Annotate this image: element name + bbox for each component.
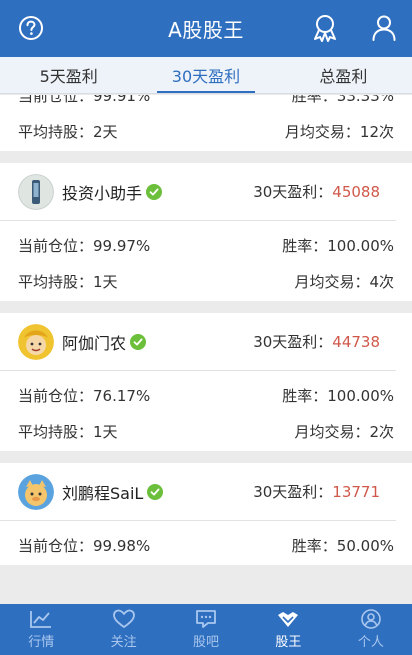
win-rate-value: 100.00% [327, 236, 394, 255]
header-bar: A股股王 [0, 0, 412, 57]
nav-label: 行情 [28, 635, 55, 650]
verified-icon [130, 333, 147, 350]
nav-market[interactable]: 行情 [0, 604, 82, 655]
list-item[interactable]: 投资小助手 30天盈利：45088 当前仓位：99.97% 胜率：100.00%… [0, 163, 412, 301]
username[interactable]: 阿伽门农 [62, 330, 126, 354]
trade-value: 12次 [359, 122, 394, 141]
profit-value: 44738 [332, 333, 380, 351]
page-title: A股股王 [168, 18, 244, 42]
profit-value: 45088 [332, 183, 380, 201]
position-value: 99.97% [93, 236, 151, 255]
verified-icon [146, 183, 163, 200]
nav-label: 股吧 [193, 635, 220, 650]
ranking-list[interactable]: 当前仓位：99.91% 胜率：33.33% 平均持股：2天 月均交易：12次 投… [0, 95, 412, 604]
win-rate-value: 50.00% [336, 536, 394, 555]
list-item[interactable]: 阿伽门农 30天盈利：44738 当前仓位：76.17% 胜率：100.00% … [0, 313, 412, 451]
nav-personal[interactable]: 个人 [330, 604, 412, 655]
help-button[interactable] [17, 14, 45, 42]
win-rate-value: 33.33% [336, 95, 394, 105]
hold-value: 1天 [93, 272, 118, 291]
nav-king[interactable]: 股王 [247, 604, 329, 655]
period-tabs: 5天盈利 30天盈利 总盈利 [0, 57, 412, 94]
person-icon [372, 15, 396, 41]
verified-icon [147, 483, 164, 500]
position-value: 99.98% [93, 536, 151, 555]
list-item[interactable]: 刘鹏程SaiL 30天盈利：13771 当前仓位：99.98% 胜率：50.00… [0, 463, 412, 565]
trade-value: 2次 [369, 422, 394, 441]
tab-total[interactable]: 总盈利 [275, 57, 412, 93]
hold-value: 2天 [93, 122, 118, 141]
heart-icon [112, 609, 135, 628]
bottom-nav: 行情 关注 股吧 股王 个人 [0, 604, 412, 655]
nav-forum[interactable]: 股吧 [165, 604, 247, 655]
username[interactable]: 投资小助手 [62, 180, 142, 204]
nav-follow[interactable]: 关注 [82, 604, 164, 655]
avatar[interactable] [18, 323, 54, 360]
list-item[interactable]: 当前仓位：99.91% 胜率：33.33% 平均持股：2天 月均交易：12次 [0, 95, 412, 151]
hold-value: 1天 [93, 422, 118, 441]
avatar[interactable] [18, 173, 54, 210]
app-root: A股股王 5天盈利 30天盈利 总盈利 当前仓位：99.91% 胜率：33.33… [0, 0, 412, 655]
position-value: 99.91% [93, 95, 151, 105]
nav-label: 股王 [275, 635, 302, 650]
crown-icon [278, 612, 299, 627]
help-icon [19, 16, 43, 40]
tab-30-days[interactable]: 30天盈利 [137, 57, 274, 93]
position-value: 76.17% [93, 386, 151, 405]
trade-value: 4次 [369, 272, 394, 291]
tab-5-days[interactable]: 5天盈利 [0, 57, 137, 93]
person-icon [361, 609, 381, 629]
profit-value: 13771 [332, 483, 380, 501]
profile-button[interactable] [370, 14, 398, 42]
rank-button[interactable] [311, 14, 339, 42]
username[interactable]: 刘鹏程SaiL [62, 480, 143, 504]
chat-icon [196, 610, 216, 628]
chart-icon [30, 611, 52, 628]
nav-label: 个人 [357, 635, 384, 650]
badge-icon [314, 15, 336, 42]
avatar[interactable] [18, 473, 54, 510]
nav-label: 关注 [110, 635, 137, 650]
win-rate-value: 100.00% [327, 386, 394, 405]
